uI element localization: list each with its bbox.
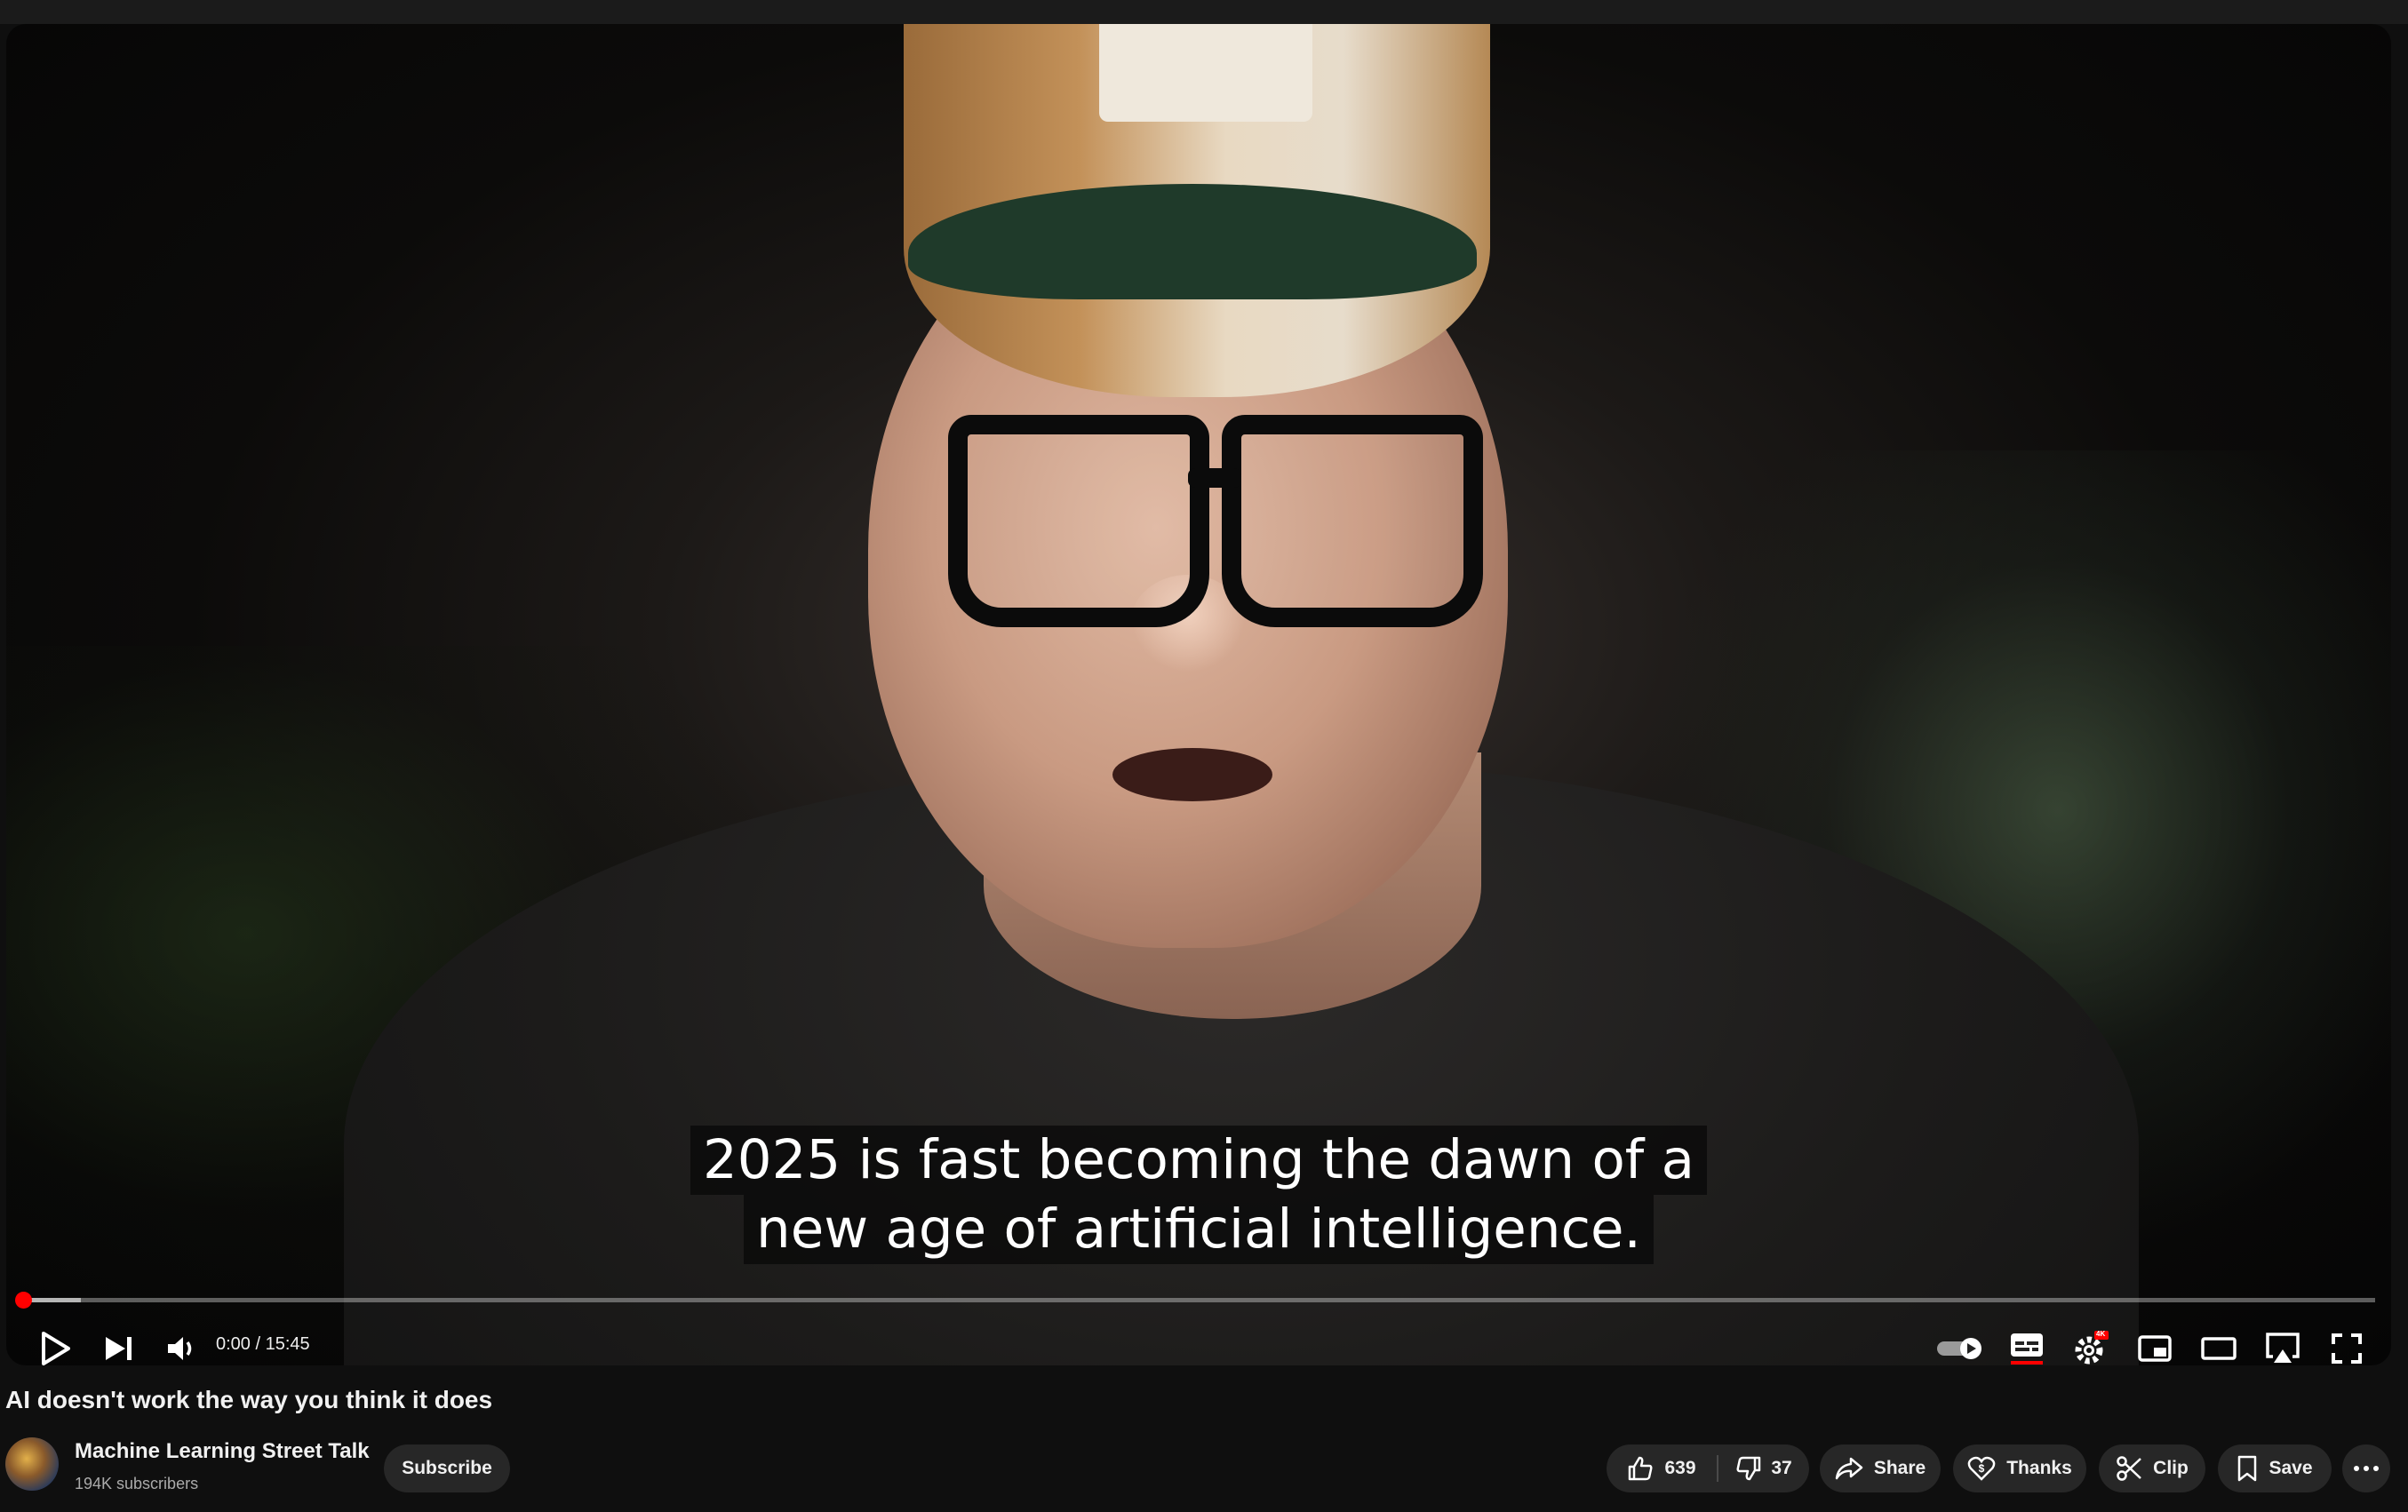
share-label: Share [1873,1458,1926,1478]
airplay-icon [2266,1333,2300,1363]
speaker-glasses-left [948,415,1209,627]
miniplayer-button[interactable] [2130,1324,2180,1365]
speaker-glasses-bridge [1188,468,1241,488]
video-title: AI doesn't work the way you think it doe… [5,1386,493,1413]
play-icon [42,1332,70,1365]
miniplayer-icon [2138,1335,2172,1362]
duration: 15:45 [265,1334,310,1354]
scissors-icon [2117,1456,2142,1481]
theater-mode-icon [2201,1337,2237,1360]
subscriber-count: 194K subscribers [75,1475,199,1492]
airplay-button[interactable] [2258,1324,2308,1365]
progress-scrubber[interactable] [15,1292,32,1309]
channel-name[interactable]: Machine Learning Street Talk [75,1439,370,1464]
fullscreen-button[interactable] [2322,1324,2372,1365]
subscribe-button[interactable]: Subscribe [384,1444,510,1492]
subtitles-button[interactable] [2002,1324,2052,1365]
svg-text:$: $ [1979,1462,1985,1475]
next-button[interactable] [94,1324,144,1365]
dislike-count: 37 [1771,1458,1792,1478]
autoplay-toggle-icon [1937,1338,1981,1359]
autoplay-toggle[interactable] [1931,1324,1989,1365]
more-actions-button[interactable] [2342,1444,2390,1492]
progress-bar[interactable] [22,1298,2375,1302]
share-icon [1835,1457,1863,1480]
caption-line-2: new age of artificial intelligence. [744,1195,1654,1264]
bookmark-icon [2238,1455,2257,1482]
share-button[interactable]: Share [1820,1444,1941,1492]
thumbs-up-icon [1629,1456,1653,1481]
clip-button[interactable]: Clip [2099,1444,2205,1492]
volume-button[interactable] [157,1324,207,1365]
channel-avatar[interactable] [5,1437,59,1491]
save-label: Save [2268,1458,2313,1478]
clip-label: Clip [2153,1458,2189,1478]
fullscreen-icon [2332,1333,2362,1364]
more-horizontal-icon [2354,1466,2379,1471]
speaker-glasses-right [1222,415,1483,627]
subtitles-icon [2011,1333,2043,1365]
thanks-heart-icon: $ [1967,1456,1996,1481]
speaker-cap-patch [1099,24,1312,122]
like-dislike-group: 639 37 [1607,1444,1809,1492]
next-icon [106,1337,132,1360]
video-player[interactable]: 2025 is fast becoming the dawn of a new … [6,24,2391,1365]
speaker-mouth [1112,748,1272,801]
save-button[interactable]: Save [2218,1444,2332,1492]
subtitle-caption: 2025 is fast becoming the dawn of a new … [6,1126,2391,1264]
theater-mode-button[interactable] [2194,1324,2244,1365]
volume-icon [168,1337,192,1360]
thanks-button[interactable]: $ Thanks [1953,1444,2086,1492]
quality-badge: 4K [2096,1330,2106,1338]
time-separator: / [250,1334,266,1354]
thumbs-down-icon [1736,1456,1761,1481]
like-count: 639 [1664,1458,1696,1478]
top-strip [0,0,2408,24]
time-display: 0:00 / 15:45 [216,1334,310,1355]
dislike-button[interactable]: 37 [1718,1444,1809,1492]
thanks-label: Thanks [2006,1458,2072,1478]
current-time: 0:00 [216,1334,251,1354]
play-button[interactable] [30,1324,80,1365]
like-button[interactable]: 639 [1607,1444,1717,1492]
settings-button[interactable]: 4K [2066,1324,2116,1365]
caption-line-1: 2025 is fast becoming the dawn of a [690,1126,1708,1195]
